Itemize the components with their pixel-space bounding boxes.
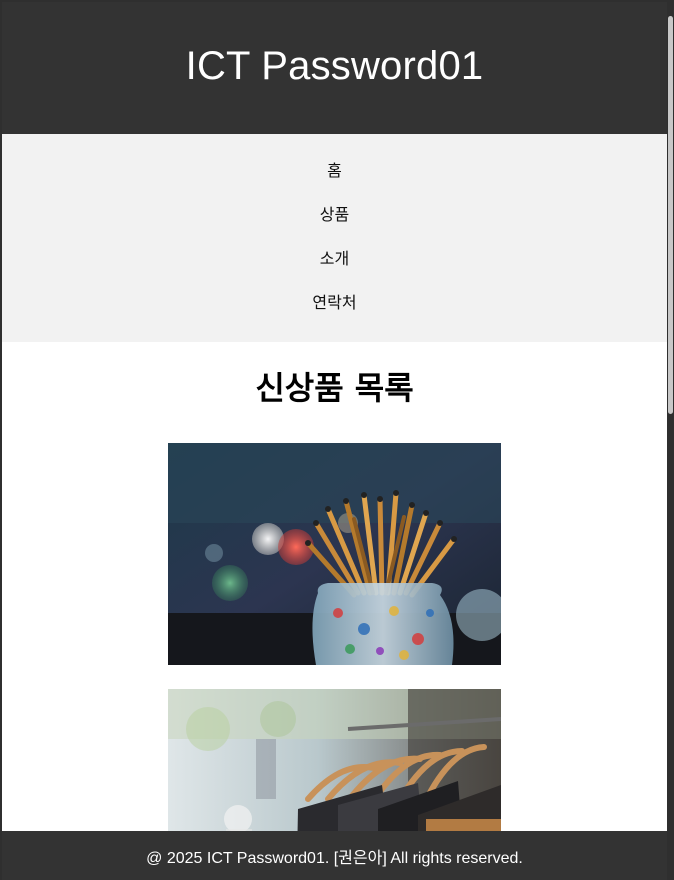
main-content: 신상품 목록	[2, 342, 667, 880]
page-viewport: ICT Password01 홈 상품 소개 연락처 신상품 목록 @ 2025…	[2, 2, 667, 880]
nav-item-home[interactable]: 홈	[2, 161, 667, 205]
page-scrollbar[interactable]	[667, 2, 674, 880]
section-heading: 신상품 목록	[255, 369, 414, 407]
browser-window: ICT Password01 홈 상품 소개 연락처 신상품 목록 @ 2025…	[0, 0, 674, 880]
site-footer: @ 2025 ICT Password01. [권은아] All rights …	[2, 831, 667, 880]
product-image-paintbrushes[interactable]	[168, 443, 501, 665]
nav-item-about[interactable]: 소개	[2, 249, 667, 293]
nav-item-contact[interactable]: 연락처	[2, 293, 667, 337]
scrollbar-thumb[interactable]	[668, 16, 673, 414]
nav-item-products[interactable]: 상품	[2, 205, 667, 249]
paintbrushes-photo	[168, 443, 501, 665]
main-nav: 홈 상품 소개 연락처	[2, 134, 667, 342]
footer-copyright: @ 2025 ICT Password01. [권은아] All rights …	[146, 849, 523, 867]
site-title: ICT Password01	[185, 43, 484, 88]
site-header: ICT Password01	[2, 2, 667, 134]
